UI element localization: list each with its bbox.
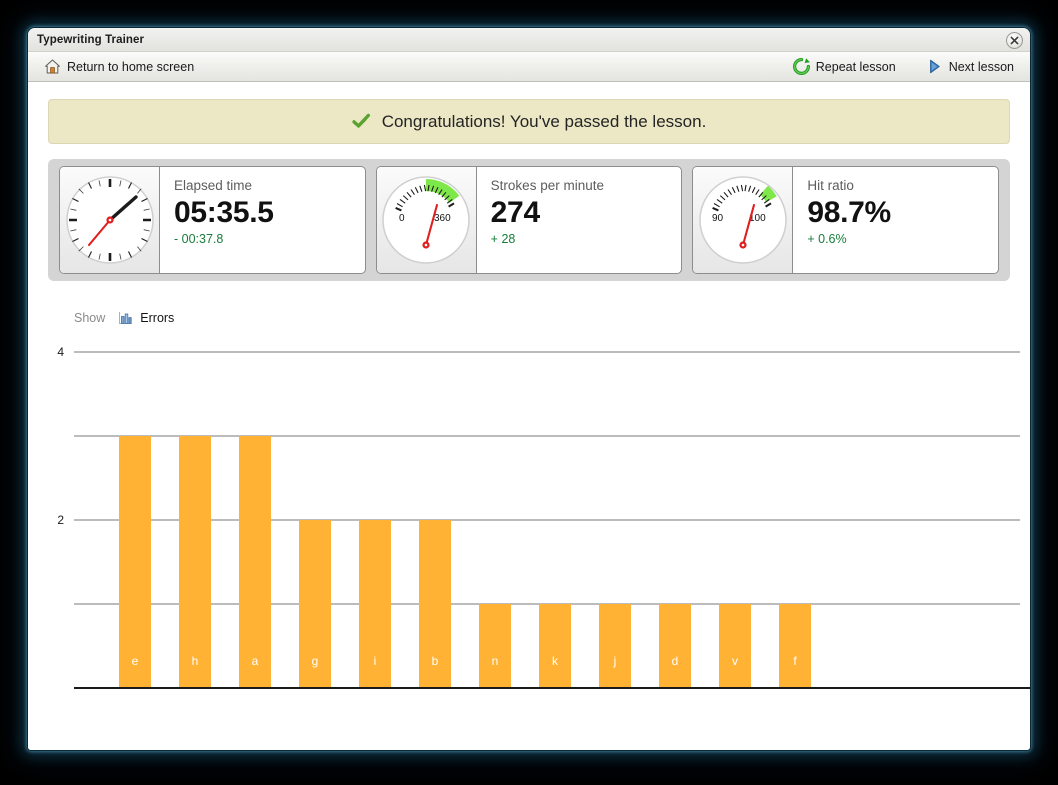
strokes-per-minute-value: 274 — [490, 195, 540, 229]
content-pane: Congratulations! You've passed the lesso… — [28, 99, 1030, 750]
chart-gridlines — [74, 351, 1020, 605]
svg-text:360: 360 — [434, 213, 451, 224]
repeat-lesson-label: Repeat lesson — [815, 59, 896, 74]
svg-text:0: 0 — [399, 213, 405, 224]
main-toolbar: Return to home screen Repeat lesson Next… — [28, 52, 1030, 82]
stopwatch-gauge-icon — [65, 176, 154, 264]
chart-bar[interactable] — [779, 604, 811, 688]
chart-bar-label: g — [312, 654, 319, 668]
close-icon — [1010, 36, 1019, 45]
chart-bar-label: h — [192, 654, 199, 668]
chart-bar-label: k — [552, 654, 559, 668]
speed-gauge-icon: 0 360 — [382, 176, 470, 264]
chart-bar-label: i — [374, 654, 377, 668]
errors-label: Errors — [140, 311, 175, 325]
chart-bar[interactable] — [119, 436, 151, 688]
strokes-per-minute-body: Strokes per minute 274 + 28 — [477, 167, 682, 273]
chart-bar-label: b — [432, 654, 439, 668]
chart-bar-label: j — [613, 654, 617, 668]
congratulations-banner: Congratulations! You've passed the lesso… — [48, 99, 1010, 144]
banner-message: Congratulations! You've passed the lesso… — [381, 111, 707, 131]
errors-chart: 24 ehagibnkjdvf — [28, 340, 1030, 708]
window-title: Typewriting Trainer — [37, 33, 145, 46]
chart-bar[interactable] — [179, 436, 211, 688]
next-lesson-label: Next lesson — [948, 59, 1014, 74]
errors-toggle[interactable]: Errors — [114, 309, 177, 327]
svg-text:90: 90 — [712, 213, 724, 224]
stat-card-hit-ratio: 90 100 Hit ratio 98.7% + 0.6% — [692, 166, 1000, 274]
home-icon — [45, 59, 60, 74]
stat-card-strokes-per-minute: 0 360 Strokes per minute 274 + 28 — [375, 166, 683, 274]
play-triangle-icon — [929, 59, 940, 74]
chart-bar[interactable] — [599, 604, 631, 688]
hit-ratio-body: Hit ratio 98.7% + 0.6% — [793, 167, 998, 273]
application-window: Typewriting Trainer Return to home scree… — [28, 28, 1030, 750]
refresh-icon — [792, 58, 810, 75]
strokes-per-minute-delta: + 28 — [490, 232, 516, 247]
ratio-gauge-icon: 90 100 — [699, 176, 787, 264]
hit-ratio-gauge: 90 100 — [693, 167, 794, 273]
repeat-lesson-button[interactable]: Repeat lesson — [787, 56, 902, 77]
toolbar-right-group: Repeat lesson Next lesson — [787, 56, 1020, 77]
window-titlebar: Typewriting Trainer — [28, 28, 1030, 52]
elapsed-time-delta: - 00:37.8 — [174, 232, 224, 247]
chart-bar-label: v — [732, 654, 738, 668]
strokes-per-minute-label: Strokes per minute — [490, 178, 604, 193]
statistics-panel: Elapsed time 05:35.5 - 00:37.8 0 360 Str… — [48, 159, 1010, 281]
errors-bar-chart: 24 ehagibnkjdvf — [57, 345, 1030, 689]
chart-bar-label: n — [492, 654, 499, 668]
chart-y-tick-label: 2 — [57, 513, 64, 527]
next-lesson-button[interactable]: Next lesson — [920, 56, 1020, 77]
chart-y-tick-label: 4 — [57, 345, 64, 359]
hit-ratio-delta: + 0.6% — [807, 232, 847, 247]
chart-bar-label: a — [252, 654, 259, 668]
hit-ratio-label: Hit ratio — [807, 178, 854, 193]
chart-controls-row: Show Errors — [74, 309, 1030, 327]
stat-card-elapsed-time: Elapsed time 05:35.5 - 00:37.8 — [59, 166, 366, 274]
chart-bar[interactable] — [659, 604, 691, 688]
elapsed-time-value: 05:35.5 — [174, 195, 274, 229]
return-home-label: Return to home screen — [67, 59, 195, 74]
chart-y-axis-labels: 24 — [57, 345, 64, 527]
return-home-button[interactable]: Return to home screen — [38, 56, 200, 77]
elapsed-time-gauge — [60, 167, 160, 273]
chart-bar[interactable] — [479, 604, 511, 688]
chart-bar[interactable] — [719, 604, 751, 688]
chart-bar-label: e — [132, 654, 139, 668]
hit-ratio-value: 98.7% — [807, 195, 891, 229]
chart-bar[interactable] — [539, 604, 571, 688]
close-button[interactable] — [1006, 32, 1023, 49]
desktop-background: Typewriting Trainer Return to home scree… — [0, 0, 1058, 785]
bar-chart-icon — [119, 312, 132, 324]
green-check-icon — [352, 113, 370, 128]
chart-bar-label: d — [672, 654, 679, 668]
chart-bar[interactable] — [239, 436, 271, 688]
strokes-per-minute-gauge: 0 360 — [376, 167, 477, 273]
elapsed-time-body: Elapsed time 05:35.5 - 00:37.8 — [160, 167, 365, 273]
elapsed-time-label: Elapsed time — [174, 178, 253, 193]
show-label: Show — [74, 311, 106, 325]
chart-bars: ehagibnkjdvf — [119, 436, 811, 688]
